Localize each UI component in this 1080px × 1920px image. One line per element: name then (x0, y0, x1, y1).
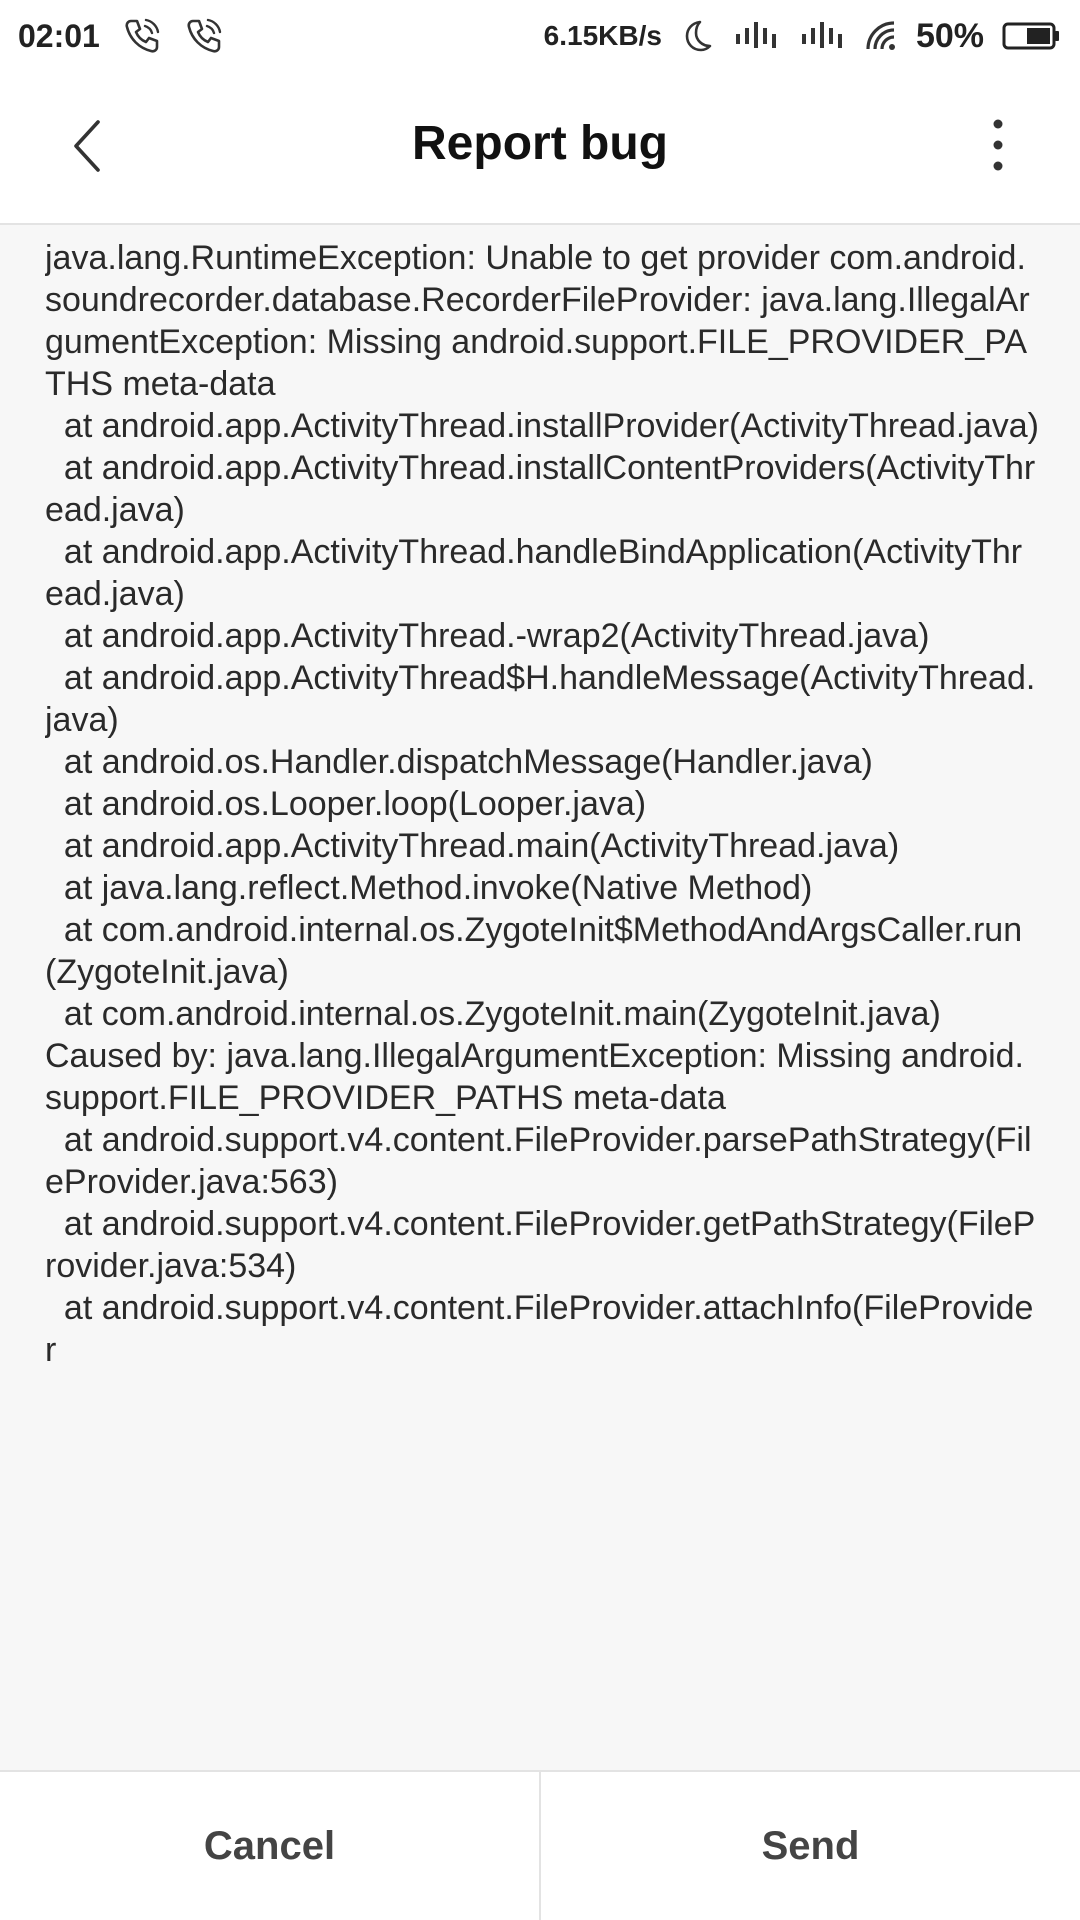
status-bar: 02:01 6.15KB/s 50% (0, 0, 1080, 72)
status-left: 02:01 (18, 16, 224, 56)
battery-icon (1002, 20, 1062, 52)
call-icon (122, 16, 162, 56)
more-options-button[interactable] (968, 102, 1028, 192)
wifi-icon (864, 19, 898, 53)
page-title: Report bug (412, 117, 668, 170)
send-button[interactable]: Send (541, 1772, 1080, 1920)
signal-icon (732, 18, 780, 54)
report-bug-screen: 02:01 6.15KB/s 50% Report bug java.lang.… (0, 0, 1080, 1920)
more-vertical-icon (990, 117, 1006, 178)
signal-icon (798, 18, 846, 54)
status-right: 6.15KB/s 50% (544, 17, 1062, 56)
status-time: 02:01 (18, 17, 100, 54)
moon-icon (680, 18, 714, 54)
app-header: Report bug (0, 72, 1080, 225)
call-icon (184, 16, 224, 56)
cancel-button[interactable]: Cancel (0, 1772, 539, 1920)
action-bar: Cancel Send (0, 1770, 1080, 1920)
network-speed: 6.15KB/s (543, 20, 662, 51)
battery-percent: 50% (915, 16, 984, 55)
log-area-spacer (0, 1445, 1080, 1545)
